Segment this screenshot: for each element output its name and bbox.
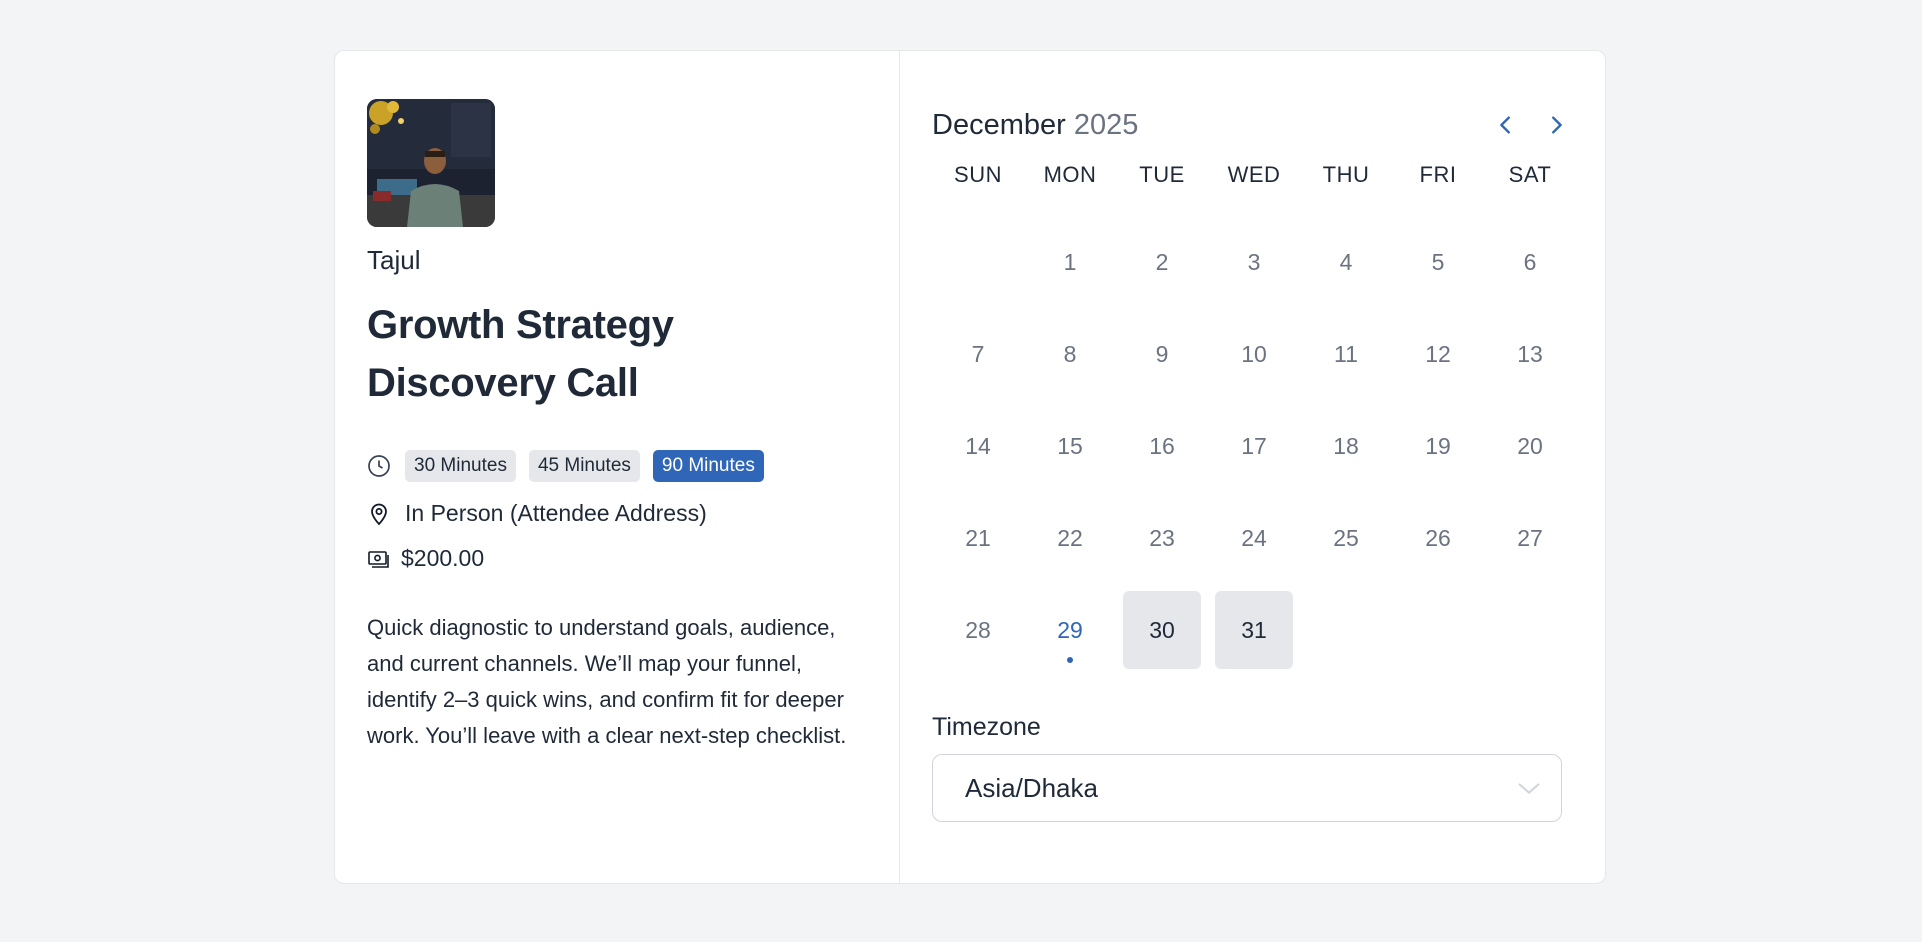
calendar-day-28: 28	[965, 616, 991, 643]
calendar-header: December 2025	[932, 103, 1576, 147]
calendar-day-14: 14	[965, 432, 991, 459]
location-row: In Person (Attendee Address)	[367, 500, 867, 527]
map-pin-icon	[367, 502, 391, 526]
clock-icon	[367, 454, 391, 478]
calendar-day-6: 6	[1523, 248, 1537, 275]
calendar-day-4: 4	[1339, 248, 1353, 275]
calendar-day-16: 16	[1149, 432, 1175, 459]
weekday-label: TUE	[1139, 162, 1185, 187]
weekday-label: THU	[1322, 162, 1370, 187]
chevron-down-icon	[1518, 783, 1540, 794]
event-description: Quick diagnostic to understand goals, au…	[367, 615, 847, 748]
chevron-left-icon	[1500, 116, 1510, 134]
calendar-day-17: 17	[1241, 432, 1267, 459]
weekday-label: FRI	[1419, 162, 1457, 187]
price-row: $200.00	[367, 545, 867, 572]
calendar-day-29[interactable]: 29	[1031, 591, 1109, 669]
month-navigation	[1492, 111, 1570, 139]
month-title: December 2025	[932, 109, 1138, 142]
weekday-label: MON	[1043, 162, 1097, 187]
calendar-day-3: 3	[1247, 248, 1261, 275]
calendar-day-26: 26	[1425, 524, 1451, 551]
calendar-days-grid: 1 2 3 4 5 6 7 8 9 10 11 12 13 14 15 16 17 18 19 20 21 22 23 24 2…	[932, 223, 1576, 669]
calendar-day-22: 22	[1057, 524, 1083, 551]
calendar-day-1: 1	[1063, 248, 1077, 275]
calendar-day-21: 21	[965, 524, 991, 551]
duration-option-45[interactable]: 45 Minutes	[528, 450, 640, 482]
calendar-day-23: 23	[1149, 524, 1175, 551]
weekday-header: SUN MON TUE WED THU FRI SAT	[932, 155, 1576, 195]
booking-card: Tajul Growth Strategy Discovery Call 30 …	[334, 50, 1606, 884]
next-month-button[interactable]	[1542, 111, 1570, 139]
calendar-day-31[interactable]: 31	[1215, 591, 1293, 669]
calendar-panel: December 2025 SUN MON TUE WED THU FRI SA…	[900, 51, 1608, 883]
calendar-day-10: 10	[1241, 340, 1267, 367]
calendar-day-27: 27	[1517, 524, 1543, 551]
weekday-label: SUN	[954, 162, 1002, 187]
timezone-label: Timezone	[932, 713, 1041, 741]
weekday-label: SAT	[1508, 162, 1552, 187]
calendar-day-15: 15	[1057, 432, 1083, 459]
calendar-day-7: 7	[971, 340, 985, 367]
cash-icon	[367, 547, 391, 571]
calendar-day-24: 24	[1241, 524, 1267, 551]
event-title: Growth Strategy Discovery Call	[367, 303, 674, 405]
calendar-day-5: 5	[1431, 248, 1445, 275]
calendar-day-20: 20	[1517, 432, 1543, 459]
calendar-day-25: 25	[1333, 524, 1359, 551]
calendar-day-19: 19	[1425, 432, 1451, 459]
calendar-day-empty	[939, 223, 1017, 301]
calendar-day-9: 9	[1155, 340, 1169, 367]
month-name: December	[932, 108, 1066, 141]
year-label: 2025	[1073, 108, 1139, 141]
prev-month-button[interactable]	[1492, 111, 1520, 139]
timezone-value: Asia/Dhaka	[965, 772, 1098, 803]
duration-option-90[interactable]: 90 Minutes	[652, 450, 764, 482]
calendar-day-8: 8	[1063, 340, 1077, 367]
calendar-day-13: 13	[1517, 340, 1543, 367]
calendar-day-11: 11	[1334, 340, 1358, 367]
calendar-day-30[interactable]: 30	[1123, 591, 1201, 669]
host-avatar	[367, 99, 495, 227]
weekday-label: WED	[1227, 162, 1281, 187]
duration-row: 30 Minutes 45 Minutes 90 Minutes	[367, 450, 867, 482]
chevron-right-icon	[1552, 116, 1562, 134]
event-details-panel: Tajul Growth Strategy Discovery Call 30 …	[335, 51, 900, 883]
calendar-day-12: 12	[1425, 340, 1451, 367]
calendar-day-18: 18	[1333, 432, 1359, 459]
duration-option-30[interactable]: 30 Minutes	[405, 450, 516, 482]
price-text: $200.00	[401, 545, 485, 571]
host-name: Tajul	[367, 245, 421, 275]
calendar-day-2: 2	[1155, 248, 1169, 275]
location-text: In Person (Attendee Address)	[405, 500, 707, 526]
timezone-select[interactable]: Asia/Dhaka	[932, 754, 1562, 822]
